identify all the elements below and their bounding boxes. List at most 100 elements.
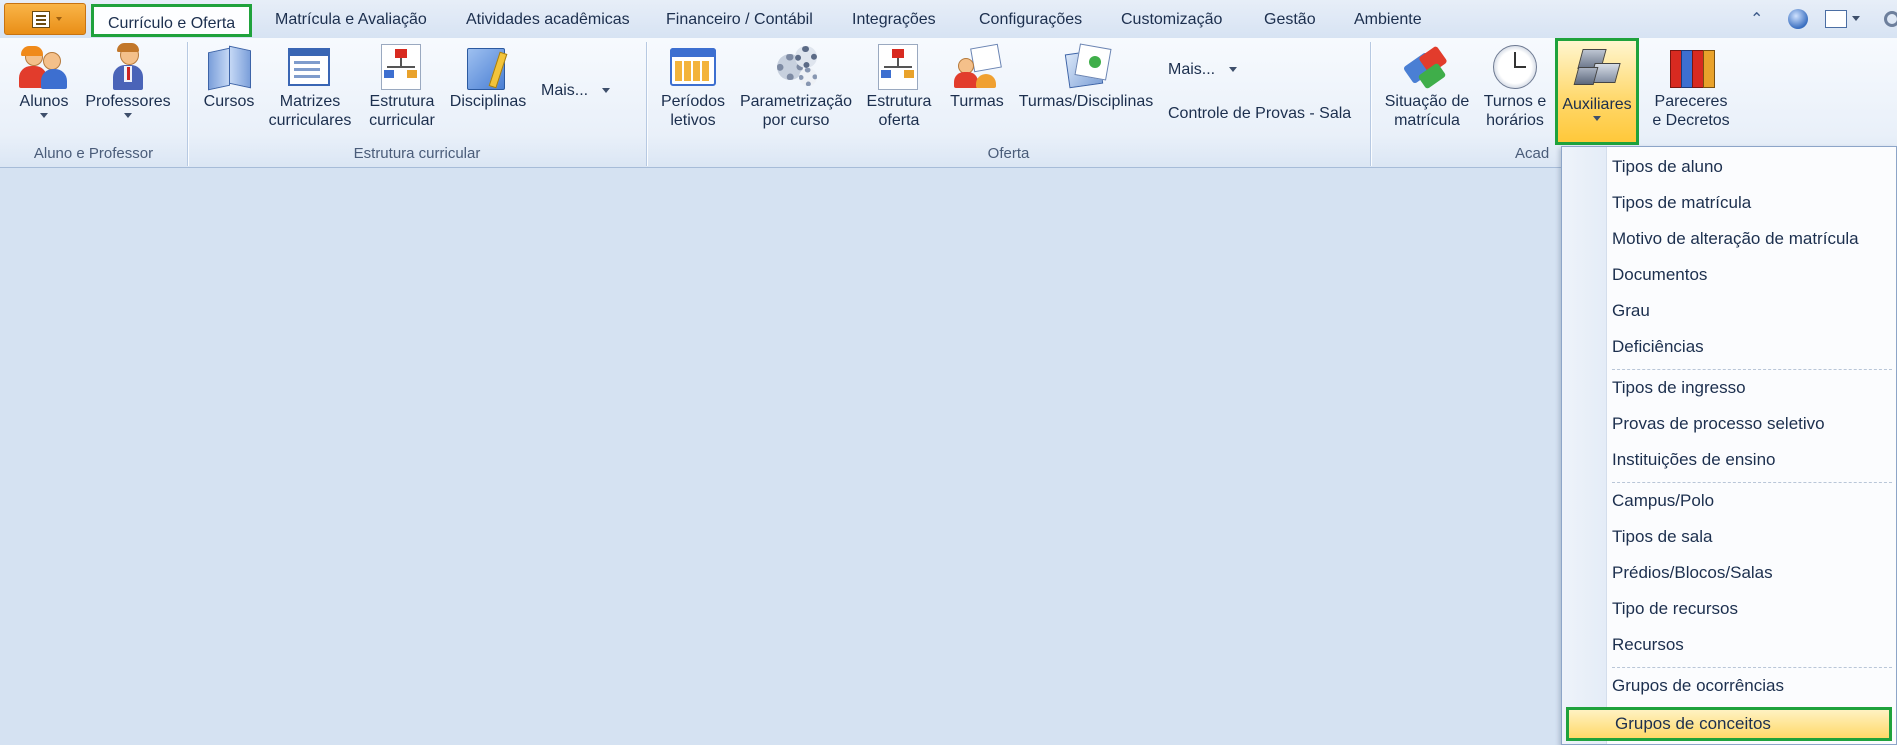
group-label-aluno-e-professor: Aluno e Professor [33,145,154,162]
book-icon [204,42,254,92]
cursos-button[interactable]: Cursos [200,42,258,111]
mais-label: Mais... [541,82,589,99]
menu-icon-gutter [1562,147,1607,744]
calendar-icon [668,42,718,92]
menu-item[interactable]: Motivo de alteração de matrícula [1612,222,1892,256]
ribbon-button-label-line: Estrutura [866,93,932,110]
ribbon-button-label-line: por curso [762,112,830,129]
chevron-down-icon [1593,116,1601,121]
turmas-button[interactable]: Turmas [946,42,1008,111]
ribbon-button-label: Professores [85,93,171,110]
menu-separator [1612,369,1892,370]
ribbon-button-label-line: Pareceres [1654,93,1728,110]
tab-curriculo-e-oferta[interactable]: Currículo e Oferta [91,4,253,37]
ribbon-button-label: Turmas [950,93,1004,110]
tab-customizacao[interactable]: Customização [1121,6,1222,34]
menu-item[interactable]: Tipo de recursos [1612,592,1892,626]
ribbon-button-label-line: horários [1486,112,1544,129]
ribbon-button-label-line: Períodos [660,93,726,110]
menu-item[interactable]: Grupos de conceitos [1566,707,1892,741]
ribbon-button-label-line: oferta [878,112,920,129]
mais-dropdown-button[interactable]: Mais... [1168,60,1238,80]
estrutura-curricular-button[interactable]: Estrutura curricular [364,42,440,130]
menu-item[interactable]: Campus/Polo [1612,484,1892,518]
ribbon-button-label-line: Matrizes [279,93,341,110]
tab-gestao[interactable]: Gestão [1264,6,1316,34]
auxiliares-button[interactable]: Auxiliares [1555,38,1639,145]
students-icon [19,42,69,92]
chevron-down-icon [40,113,48,118]
tab-matricula-e-avaliacao[interactable]: Matrícula e Avaliação [275,6,427,34]
ribbon-button-label: Auxiliares [1562,96,1632,113]
group-label-estrutura-curricular: Estrutura curricular [353,145,481,162]
class-subjects-icon [1061,42,1112,92]
org-chart-icon [377,42,427,92]
ribbon-button-label: Disciplinas [449,93,527,110]
window-layout-icon[interactable] [1825,10,1847,28]
disciplinas-button[interactable]: Disciplinas [448,42,528,111]
parametrizacao-por-curso-button[interactable]: Parametrização por curso [738,42,854,130]
chevron-down-icon [124,113,132,118]
document-icon [32,11,50,28]
menu-item[interactable]: Instituições de ensino [1612,443,1892,477]
application-menu-button[interactable] [4,3,86,35]
menu-item[interactable]: Tipos de matrícula [1612,186,1892,220]
menu-item[interactable]: Deficiências [1612,330,1892,364]
chevron-down-icon [56,17,62,21]
ribbon-button-label-line: Turnos e [1483,93,1547,110]
ribbon-button-label-line: letivos [670,112,716,129]
tab-ambiente[interactable]: Ambiente [1354,6,1422,34]
menu-item[interactable]: Tipos de ingresso [1612,371,1892,405]
menu-separator [1612,482,1892,483]
ribbon-button-label-line: curricular [369,112,435,129]
menu-item[interactable]: Prédios/Blocos/Salas [1612,556,1892,590]
auxiliares-dropdown-menu: Tipos de aluno Tipos de matrícula Motivo d… [1561,146,1897,745]
curriculum-matrix-icon [285,42,335,92]
menu-separator [1612,667,1892,668]
menu-item[interactable]: Grau [1612,294,1892,328]
situacao-de-matricula-button[interactable]: Situação de matrícula [1382,42,1472,130]
tab-atividades-academicas[interactable]: Atividades acadêmicas [466,6,630,34]
ribbon-tab-bar: Currículo e Oferta Matrícula e Avaliação… [0,0,1897,39]
estrutura-oferta-button[interactable]: Estrutura oferta [864,42,934,130]
org-chart-icon [874,42,924,92]
ribbon-button-label-line: matrícula [1394,112,1460,129]
mais-label: Mais... [1168,61,1216,78]
group-divider [1370,42,1371,166]
tab-configuracoes[interactable]: Configurações [979,6,1082,34]
chevron-down-icon [1229,67,1238,73]
mais-dropdown-button[interactable]: Mais... [541,81,611,101]
controle-de-provas-sala-button[interactable]: Controle de Provas - Sala [1168,104,1351,124]
turnos-e-horarios-button[interactable]: Turnos e horários [1482,42,1548,130]
group-label-oferta: Oferta [987,145,1030,162]
main-workspace[interactable] [0,168,1561,745]
menu-item[interactable]: Grupos de ocorrências [1612,669,1892,703]
ribbon-button-label: Turmas/Disciplinas [1018,93,1154,110]
clock-icon [1490,42,1540,92]
menu-item[interactable]: Tipos de aluno [1612,150,1892,184]
tab-financeiro-contabil[interactable]: Financeiro / Contábil [666,6,813,34]
collapse-ribbon-icon[interactable]: ⌃ [1750,9,1763,29]
teacher-icon [103,42,153,92]
matrizes-curriculares-button[interactable]: Matrizes curriculares [268,42,352,130]
menu-item[interactable]: Recursos [1612,628,1892,662]
ribbon-button-label-line: e Decretos [1652,112,1730,129]
professores-button[interactable]: Professores [82,42,174,118]
turmas-disciplinas-button[interactable]: Turmas/Disciplinas [1018,42,1154,111]
settings-gear-icon[interactable] [1884,11,1897,27]
gears-icon [771,42,821,92]
alunos-button[interactable]: Alunos [14,42,74,118]
pareceres-e-decretos-button[interactable]: Pareceres e Decretos [1648,42,1734,130]
ribbon-button-label: Cursos [203,93,255,110]
menu-item[interactable]: Documentos [1612,258,1892,292]
ribbon-button-label-line: curriculares [268,112,352,129]
ribbon-button-label-line: Parametrização [739,93,853,110]
periodos-letivos-button[interactable]: Períodos letivos [660,42,726,130]
chevron-down-icon[interactable] [1852,16,1860,21]
menu-item[interactable]: Tipos de sala [1612,520,1892,554]
chevron-down-icon [602,88,611,94]
help-globe-icon[interactable] [1788,9,1808,29]
menu-item[interactable]: Provas de processo seletivo [1612,407,1892,441]
ribbon-button-label-line: Estrutura [369,93,435,110]
tab-integracoes[interactable]: Integrações [852,6,936,34]
